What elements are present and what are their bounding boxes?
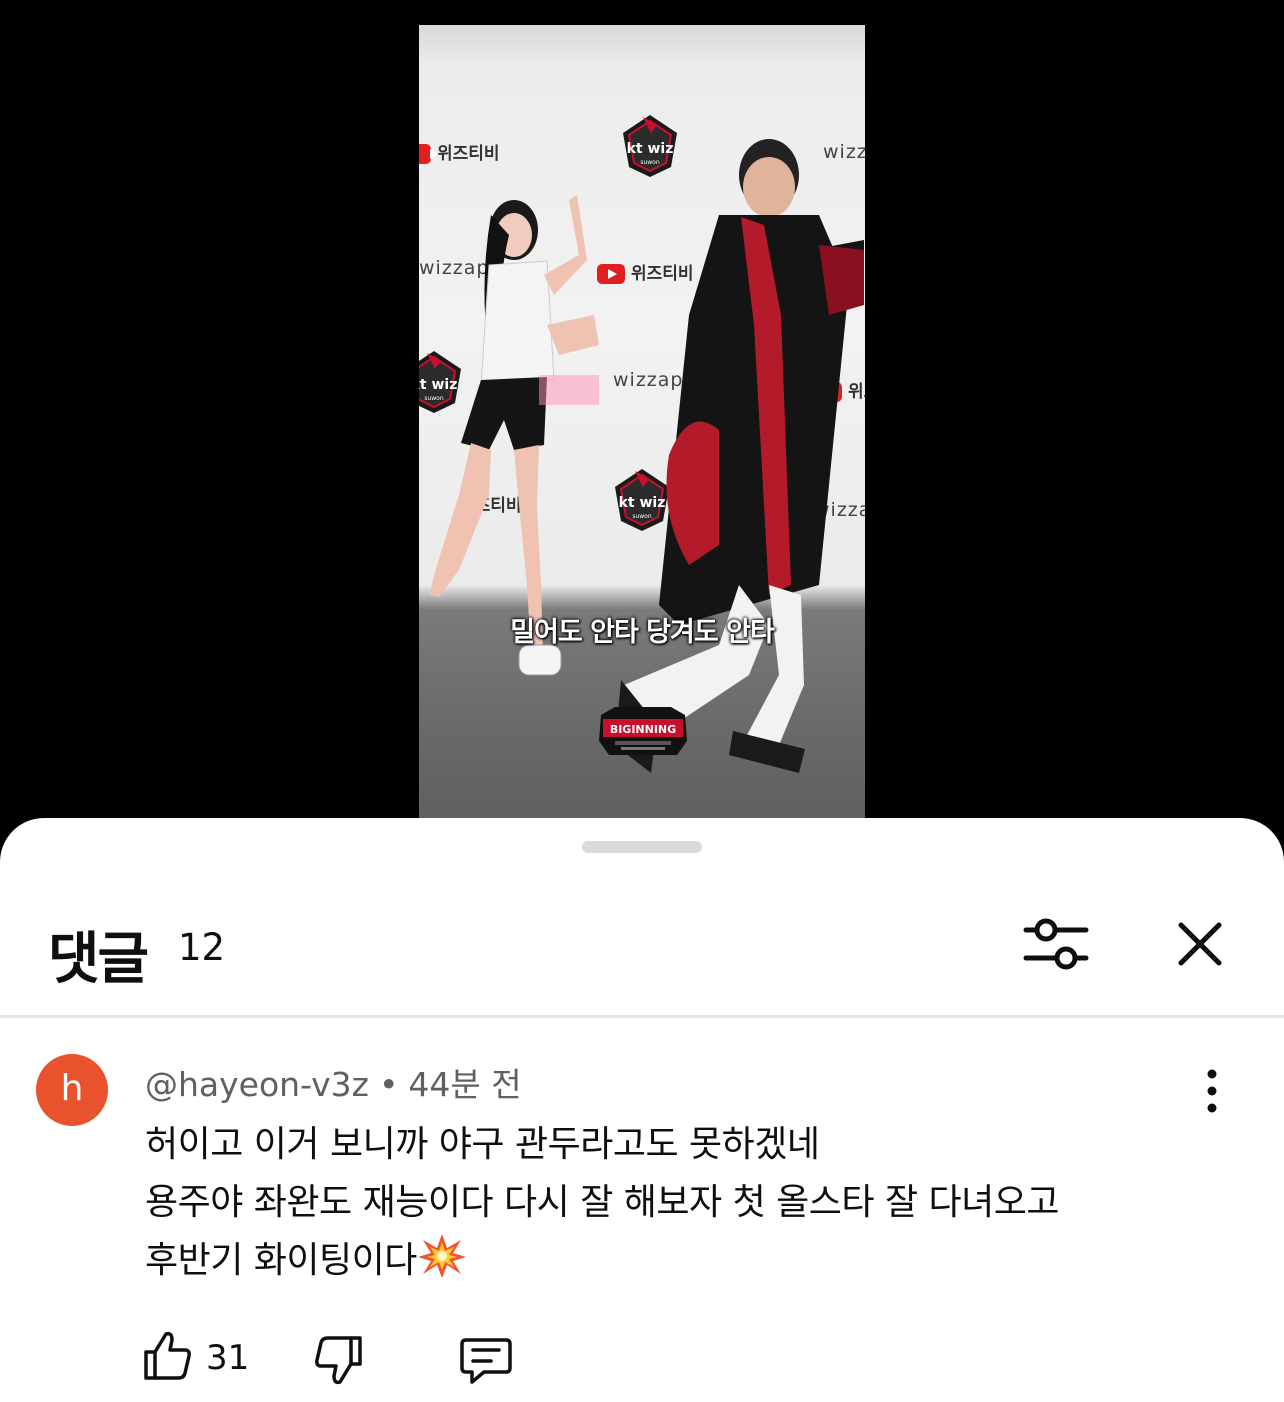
comments-sheet: 댓글 12 h @hayeon-v3z • 44분 전 허이고 이거 보니까 야구 … bbox=[0, 818, 1284, 1402]
close-button[interactable] bbox=[1172, 916, 1228, 972]
comment-author[interactable]: @hayeon-v3z bbox=[145, 1065, 369, 1104]
avatar[interactable]: h bbox=[36, 1054, 108, 1126]
sliders-icon bbox=[1023, 918, 1089, 970]
comment-line: 허이고 이거 보니까 야구 관두라고도 못하겠네 bbox=[145, 1124, 820, 1165]
header-divider bbox=[0, 1015, 1284, 1018]
thumbs-down-icon bbox=[315, 1336, 362, 1385]
comments-title: 댓글 bbox=[48, 927, 149, 992]
meta-separator: • bbox=[378, 1065, 399, 1104]
reply-button[interactable] bbox=[458, 1332, 514, 1388]
video-player[interactable]: 위즈티비 위즈티비 위즈티비 위즈티비 wizzap wizzap wizzap… bbox=[0, 0, 1284, 830]
close-icon bbox=[1178, 922, 1222, 966]
like-count: 31 bbox=[206, 1338, 250, 1378]
sort-filter-button[interactable] bbox=[1022, 916, 1090, 972]
comment-line: 용주야 좌완도 재능이다 다시 잘 해보자 첫 올스타 잘 다녀오고 bbox=[145, 1182, 1060, 1223]
dislike-button[interactable] bbox=[310, 1332, 366, 1388]
reply-comment-icon bbox=[460, 1338, 512, 1384]
video-subtitle: 밀어도 안타 당겨도 안타 bbox=[510, 617, 775, 648]
like-button[interactable] bbox=[140, 1328, 196, 1384]
comment-line-text: 후반기 화이팅이다 bbox=[145, 1240, 417, 1281]
biginning-logo: BIGINNING bbox=[599, 707, 687, 755]
more-options-button[interactable] bbox=[1192, 1066, 1232, 1116]
video-frame[interactable]: 위즈티비 위즈티비 위즈티비 위즈티비 wizzap wizzap wizzap… bbox=[419, 25, 865, 830]
comment-line-last: 후반기 화이팅이다 bbox=[145, 1232, 1205, 1290]
svg-text:BIGINNING: BIGINNING bbox=[610, 723, 676, 736]
comment-meta: @hayeon-v3z • 44분 전 bbox=[145, 1058, 522, 1106]
comment-actions: 31 bbox=[140, 1328, 560, 1388]
thumbs-up-icon bbox=[144, 1331, 191, 1380]
more-vert-icon bbox=[1207, 1069, 1217, 1113]
collision-icon bbox=[417, 1234, 466, 1278]
comment-time: 44분 전 bbox=[408, 1065, 522, 1104]
comment-body: 허이고 이거 보니까 야구 관두라고도 못하겠네 용주야 좌완도 재능이다 다시… bbox=[145, 1116, 1205, 1290]
comments-count: 12 bbox=[178, 926, 226, 969]
drag-handle[interactable] bbox=[582, 841, 702, 853]
